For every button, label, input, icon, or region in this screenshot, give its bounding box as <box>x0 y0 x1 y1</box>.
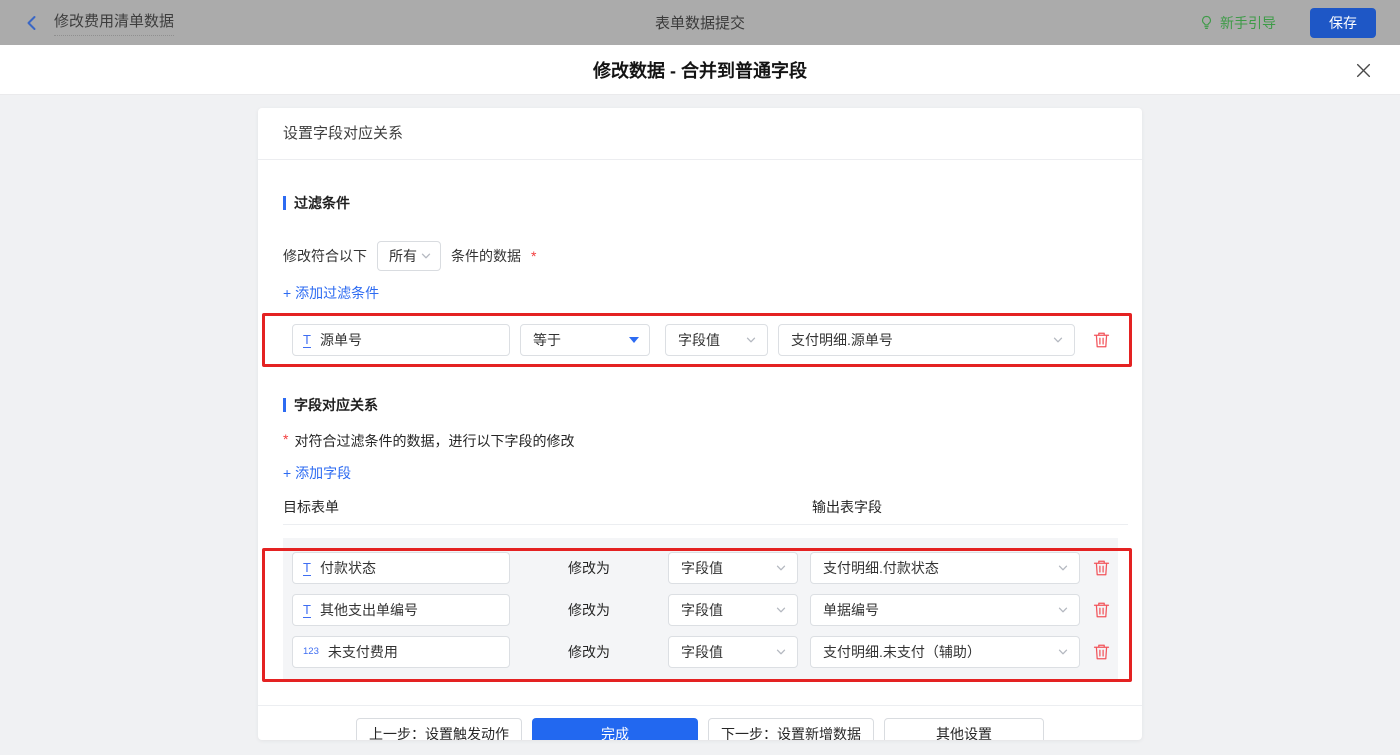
modify-to-label: 修改为 <box>510 600 668 620</box>
target-field-input[interactable]: 123 未支付费用 <box>292 636 510 668</box>
chevron-down-icon <box>420 250 432 262</box>
back-button[interactable]: 修改费用清单数据 <box>24 10 174 36</box>
card-title: 设置字段对应关系 <box>258 108 1142 160</box>
filter-section: 过滤条件 修改符合以下 所有 条件的数据 * + 添加过滤条件 T 源单号 等于 <box>258 193 1142 356</box>
required-asterisk: * <box>283 431 288 447</box>
target-field-value: 未支付费用 <box>328 642 398 662</box>
target-field-value: 其他支出单编号 <box>320 600 418 620</box>
chevron-down-icon <box>775 646 787 658</box>
mapping-rows-panel: T 付款状态 修改为 字段值 支付明细.付款状态 <box>283 538 1118 679</box>
match-prefix-label: 修改符合以下 <box>283 246 367 266</box>
value-type-select[interactable]: 字段值 <box>668 636 798 668</box>
value-type-value: 字段值 <box>678 330 720 350</box>
modal-header: 修改数据 - 合并到普通字段 <box>0 45 1400 95</box>
chevron-down-icon <box>775 604 787 616</box>
filter-field-input[interactable]: T 源单号 <box>292 324 510 356</box>
value-type-select[interactable]: 字段值 <box>668 552 798 584</box>
mapping-row: 123 未支付费用 修改为 字段值 支付明细.未支付（辅助） <box>292 636 1118 668</box>
value-type-select[interactable]: 字段值 <box>668 594 798 626</box>
mapping-column-headers: 目标表单 输出表字段 <box>283 497 1128 525</box>
text-field-type-icon: T <box>303 333 311 348</box>
required-asterisk: * <box>531 248 536 264</box>
mapping-section-title: 字段对应关系 <box>283 395 1128 415</box>
chevron-down-icon <box>775 562 787 574</box>
chevron-down-icon <box>745 334 757 346</box>
delete-condition-button[interactable] <box>1093 331 1110 349</box>
next-step-button[interactable]: 下一步：设置新增数据 <box>708 718 874 740</box>
mapping-row: T 其他支出单编号 修改为 字段值 单据编号 <box>292 594 1118 626</box>
card-footer: 上一步：设置触发动作 完成 下一步：设置新增数据 其他设置 <box>258 705 1142 740</box>
save-button[interactable]: 保存 <box>1310 8 1376 38</box>
modify-to-label: 修改为 <box>510 642 668 662</box>
match-mode-value: 所有 <box>389 246 417 266</box>
chevron-down-icon <box>1057 646 1069 658</box>
lightbulb-icon <box>1199 15 1214 30</box>
beginner-guide-button[interactable]: 新手引导 <box>1199 13 1276 33</box>
filter-section-title: 过滤条件 <box>283 193 1128 213</box>
match-suffix-label: 条件的数据 <box>451 246 521 266</box>
modal-body: 设置字段对应关系 过滤条件 修改符合以下 所有 条件的数据 * + 添加过滤条件… <box>0 95 1400 740</box>
compare-value-select[interactable]: 支付明细.源单号 <box>778 324 1075 356</box>
delete-row-button[interactable] <box>1093 643 1110 661</box>
delete-row-button[interactable] <box>1093 559 1110 577</box>
done-button[interactable]: 完成 <box>532 718 698 740</box>
target-field-input[interactable]: T 其他支出单编号 <box>292 594 510 626</box>
modal-title: 修改数据 - 合并到普通字段 <box>593 57 807 83</box>
chevron-down-icon <box>1052 334 1064 346</box>
filter-condition-row: T 源单号 等于 字段值 支付明细.源单号 <box>283 324 1128 356</box>
match-mode-select[interactable]: 所有 <box>377 241 441 271</box>
prev-step-button[interactable]: 上一步：设置触发动作 <box>356 718 522 740</box>
beginner-guide-label: 新手引导 <box>1220 13 1276 33</box>
delete-row-button[interactable] <box>1093 601 1110 619</box>
target-field-value: 付款状态 <box>320 558 376 578</box>
mapping-row: T 付款状态 修改为 字段值 支付明细.付款状态 <box>292 552 1118 584</box>
page-title: 表单数据提交 <box>0 12 1400 33</box>
add-filter-condition-link[interactable]: + 添加过滤条件 <box>283 283 379 303</box>
other-settings-button[interactable]: 其他设置 <box>884 718 1044 740</box>
workflow-title[interactable]: 修改费用清单数据 <box>54 10 174 36</box>
mapping-description: * 对符合过滤条件的数据，进行以下字段的修改 <box>283 431 1128 451</box>
operator-value: 等于 <box>533 330 561 350</box>
filter-field-value: 源单号 <box>320 330 362 350</box>
compare-value: 支付明细.源单号 <box>791 330 893 350</box>
value-type-select[interactable]: 字段值 <box>665 324 768 356</box>
match-condition-row: 修改符合以下 所有 条件的数据 * <box>283 240 1128 272</box>
topbar: 表单数据提交 修改费用清单数据 新手引导 保存 <box>0 0 1400 45</box>
column-target-form: 目标表单 <box>283 497 812 517</box>
accent-bar <box>283 196 286 210</box>
operator-select[interactable]: 等于 <box>520 324 650 356</box>
column-output-field: 输出表字段 <box>812 497 882 517</box>
number-field-type-icon: 123 <box>303 647 319 657</box>
add-field-link[interactable]: + 添加字段 <box>283 463 351 483</box>
close-icon[interactable] <box>1352 59 1374 81</box>
target-field-input[interactable]: T 付款状态 <box>292 552 510 584</box>
chevron-left-icon[interactable] <box>24 15 40 31</box>
caret-down-filled-icon <box>629 337 639 343</box>
modify-to-label: 修改为 <box>510 558 668 578</box>
output-field-select[interactable]: 支付明细.付款状态 <box>810 552 1080 584</box>
text-field-type-icon: T <box>303 603 311 618</box>
output-field-select[interactable]: 单据编号 <box>810 594 1080 626</box>
chevron-down-icon <box>1057 604 1069 616</box>
chevron-down-icon <box>1057 562 1069 574</box>
accent-bar <box>283 398 286 412</box>
text-field-type-icon: T <box>303 561 311 576</box>
settings-card: 设置字段对应关系 过滤条件 修改符合以下 所有 条件的数据 * + 添加过滤条件… <box>258 108 1142 740</box>
mapping-section: 字段对应关系 * 对符合过滤条件的数据，进行以下字段的修改 + 添加字段 目标表… <box>258 395 1142 679</box>
output-field-select[interactable]: 支付明细.未支付（辅助） <box>810 636 1080 668</box>
